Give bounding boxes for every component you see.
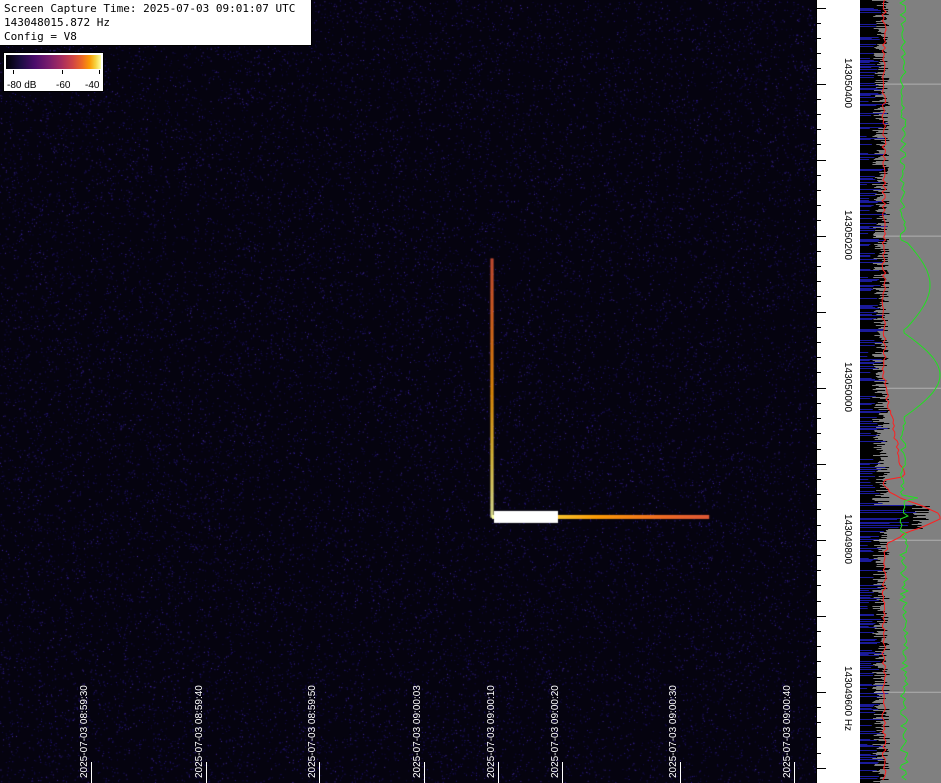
info-box: Screen Capture Time: 2025-07-03 09:01:07… [0,0,312,46]
colorbar: -80 dB -60 -40 [3,52,104,92]
frequency-axis-ticks [816,0,826,783]
time-tick [794,762,795,783]
time-tick [424,762,425,783]
time-tick-label: 2025-07-03 09:00:40 [782,685,793,778]
colorbar-tick [62,70,63,74]
spectrum-panel [860,0,941,783]
time-tick [562,762,563,783]
colorbar-tick [13,70,14,74]
time-tick [206,762,207,783]
frequency-tick-label: 143049800 [842,513,853,564]
waterfall-canvas [0,0,816,783]
time-tick-label: 2025-07-03 09:00:30 [668,685,679,778]
time-tick-label: 2025-07-03 08:59:40 [194,685,205,778]
time-tick-label: 2025-07-03 09:00:10 [486,685,497,778]
frequency-tick-label: 143050200 [842,209,853,260]
colorbar-gradient [6,55,101,69]
time-tick [319,762,320,783]
capture-time-text: Screen Capture Time: 2025-07-03 09:01:07… [4,2,296,15]
frequency-tick-label: 143049600 Hz [842,665,853,731]
spectrum-green-trace [898,0,941,781]
config-text: Config = V8 [4,30,77,43]
time-tick [680,762,681,783]
time-tick [498,762,499,783]
waterfall-plot: 2025-07-03 08:59:30 2025-07-03 08:59:40 20… [0,0,816,783]
time-tick-label: 2025-07-03 09:00:03 [412,685,423,778]
frequency-axis: 143050400 143050200 143050000 143049800 1430… [816,0,860,783]
colorbar-label-min: -80 dB [7,80,37,91]
time-tick-label: 2025-07-03 08:59:50 [307,685,318,778]
time-tick [91,762,92,783]
colorbar-label-mid: -60 [56,80,71,91]
colorbar-tick [99,70,100,74]
colorbar-label-max: -40 [85,80,100,91]
frequency-tick-label: 143050000 [842,361,853,412]
spectrum-red-trace [881,0,941,781]
spectrum-plot [860,0,941,783]
time-tick-label: 2025-07-03 08:59:30 [79,685,90,778]
time-tick-label: 2025-07-03 09:00:20 [550,685,561,778]
frequency-text: 143048015.872 Hz [4,16,110,29]
frequency-tick-label: 143050400 [842,57,853,108]
